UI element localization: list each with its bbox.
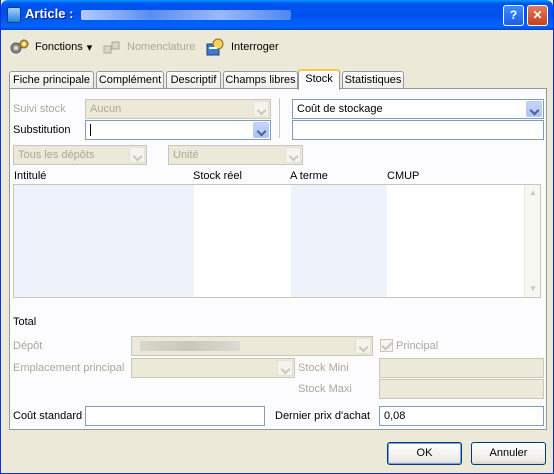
scroll-up-icon[interactable]: ▲ [526, 186, 540, 200]
close-button[interactable]: ✕ [527, 5, 548, 26]
grid-header-stock-reel[interactable]: Stock réel [193, 170, 242, 182]
emplacement-label: Emplacement principal [13, 362, 125, 374]
functions-label: Fonctions [35, 41, 83, 53]
redacted-depot-value [140, 341, 240, 351]
cout-standard-input[interactable] [85, 406, 265, 426]
stock-maxi-label: Stock Maxi [298, 383, 352, 395]
tab-champs-libres[interactable]: Champs libres [223, 71, 298, 89]
principal-label: Principal [396, 340, 439, 352]
nomenclature-label: Nomenclature [127, 41, 196, 53]
grid-header-a-terme[interactable]: A terme [290, 170, 328, 182]
tab-stock[interactable]: Stock [298, 69, 340, 90]
chevron-down-icon [129, 147, 145, 163]
suivi-stock-select[interactable]: Aucun [85, 99, 271, 119]
toolbar: Fonctions ▾ Nomenclature Interroger [1, 31, 553, 61]
components-icon [101, 38, 123, 56]
stock-mini-input[interactable] [379, 358, 544, 378]
unit-filter-select[interactable]: Unité [168, 145, 303, 165]
chevron-down-icon [253, 101, 269, 117]
query-button[interactable]: Interroger [205, 37, 279, 57]
grid-header-intitule[interactable]: Intitulé [14, 170, 46, 182]
storage-cost-select[interactable]: Coût de stockage [292, 99, 544, 119]
substitution-label: Substitution [13, 124, 71, 136]
article-window: Article : ? ✕ Fonctions ▾ Nomenclature I… [0, 0, 554, 474]
principal-checkbox[interactable] [380, 339, 393, 352]
stock-maxi-input[interactable] [379, 379, 544, 399]
grid-scrollbar[interactable]: ▲ ▼ [524, 185, 540, 297]
redacted-title-text [81, 10, 291, 20]
cancel-button[interactable]: Annuler [471, 442, 546, 465]
query-label: Interroger [231, 41, 279, 53]
article-icon [7, 7, 21, 23]
gears-icon [9, 38, 31, 56]
window-title: Article : [25, 6, 74, 21]
title-bar[interactable]: Article : ? ✕ [1, 0, 553, 30]
a-terme-column [291, 185, 387, 297]
tab-descriptif[interactable]: Descriptif [166, 71, 221, 89]
tab-statistiques[interactable]: Statistiques [342, 71, 404, 89]
tab-complement[interactable]: Complément [96, 71, 164, 89]
stock-mini-label: Stock Mini [298, 362, 349, 374]
ok-button[interactable]: OK [387, 442, 462, 465]
dernier-prix-input[interactable]: 0,08 [379, 406, 544, 426]
tab-fiche-principale[interactable]: Fiche principale [9, 71, 94, 89]
dernier-prix-value: 0,08 [384, 410, 406, 422]
storage-cost-input[interactable] [292, 120, 544, 140]
substitution-select[interactable] [85, 120, 271, 140]
chevron-down-icon [277, 360, 293, 376]
depots-filter-value: Tous les dépôts [18, 149, 95, 161]
vertical-divider [279, 98, 280, 138]
intitule-column [14, 185, 194, 297]
help-button[interactable]: ? [503, 5, 524, 26]
unit-filter-value: Unité [173, 149, 199, 161]
grid-header-cmup[interactable]: CMUP [387, 170, 419, 182]
cout-standard-label: Coût standard [13, 410, 83, 422]
chevron-down-icon [355, 338, 371, 354]
functions-menu-button[interactable]: Fonctions ▾ [9, 37, 92, 57]
depot-label: Dépôt [13, 340, 43, 352]
chevron-down-icon: ▾ [86, 41, 93, 54]
storage-cost-value: Coût de stockage [297, 103, 383, 115]
stock-grid[interactable]: ▲ ▼ [13, 184, 541, 298]
chevron-down-icon [285, 147, 301, 163]
total-label: Total [13, 316, 37, 328]
suivi-stock-label: Suivi stock [13, 103, 66, 115]
emplacement-select[interactable] [131, 358, 295, 378]
nomenclature-button[interactable]: Nomenclature [101, 37, 195, 57]
suivi-stock-value: Aucun [90, 103, 122, 115]
scroll-down-icon[interactable]: ▼ [526, 282, 540, 296]
dernier-prix-label: Dernier prix d'achat [275, 410, 371, 422]
chevron-down-icon [526, 101, 542, 117]
chevron-down-icon [253, 122, 269, 138]
depots-filter-select[interactable]: Tous les dépôts [13, 145, 147, 165]
text-cursor [90, 124, 91, 136]
depot-select[interactable] [131, 336, 373, 356]
query-icon [205, 38, 227, 56]
